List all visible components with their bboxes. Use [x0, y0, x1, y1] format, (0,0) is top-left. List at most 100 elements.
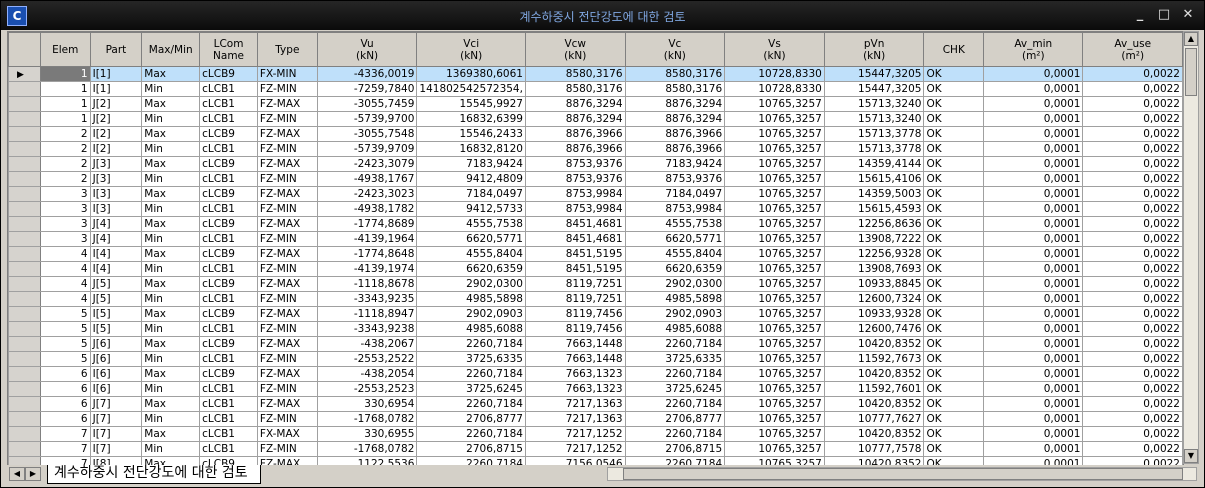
- cell-lcom[interactable]: cLCB9: [199, 366, 258, 382]
- cell-elem[interactable]: 4: [39, 291, 91, 307]
- cell-vu[interactable]: -438,2054: [316, 366, 418, 382]
- table-row[interactable]: 7 I[7] Max cLCB1 FX-MAX 330,6955 2260,7184 7217…: [8, 426, 1183, 442]
- cell-part[interactable]: J[2]: [89, 96, 143, 112]
- row-selector[interactable]: [8, 231, 41, 247]
- cell-vc[interactable]: 3725,6245: [624, 381, 726, 397]
- scroll-up-icon[interactable]: ▲: [1184, 32, 1198, 46]
- cell-vc[interactable]: 4985,5898: [624, 291, 726, 307]
- cell-vu[interactable]: -4139,1974: [316, 261, 418, 277]
- table-row[interactable]: 6 J[7] Min cLCB1 FZ-MIN -1768,0782 2706,8777 72…: [8, 411, 1183, 427]
- cell-lcom[interactable]: cLCB1: [199, 396, 258, 412]
- cell-vci[interactable]: 2902,0903: [416, 306, 526, 322]
- cell-vci[interactable]: 16832,8120: [416, 141, 526, 157]
- cell-vu[interactable]: -2553,2523: [316, 381, 418, 397]
- row-selector[interactable]: [8, 336, 41, 352]
- cell-avmin[interactable]: 0,0001: [983, 231, 1084, 247]
- cell-vu[interactable]: -7259,7840: [316, 81, 418, 97]
- cell-pvn[interactable]: 11592,7673: [823, 351, 925, 367]
- cell-pvn[interactable]: 15713,3240: [823, 111, 925, 127]
- hscroll-thumb[interactable]: [623, 468, 1183, 480]
- cell-elem[interactable]: 3: [39, 186, 91, 202]
- cell-pvn[interactable]: 12600,7476: [823, 321, 925, 337]
- cell-vci[interactable]: 3725,6245: [416, 381, 526, 397]
- cell-vc[interactable]: 2260,7184: [624, 396, 726, 412]
- cell-vs[interactable]: 10765,3257: [724, 411, 825, 427]
- cell-vs[interactable]: 10728,8330: [724, 81, 825, 97]
- cell-chk[interactable]: OK: [923, 351, 985, 367]
- cell-part[interactable]: J[6]: [89, 336, 143, 352]
- cell-chk[interactable]: OK: [923, 246, 985, 262]
- cell-maxmin[interactable]: Min: [141, 231, 201, 247]
- close-button[interactable]: ✕: [1180, 7, 1196, 23]
- cell-avmin[interactable]: 0,0001: [983, 381, 1084, 397]
- column-header-avmin[interactable]: Av_min (m²): [983, 32, 1084, 67]
- cell-lcom[interactable]: cLCB1: [199, 81, 258, 97]
- cell-avmin[interactable]: 0,0001: [983, 111, 1084, 127]
- cell-maxmin[interactable]: Min: [141, 261, 201, 277]
- cell-vci[interactable]: 2902,0300: [416, 276, 526, 292]
- cell-vci[interactable]: 4555,8404: [416, 246, 526, 262]
- row-selector[interactable]: [8, 396, 41, 412]
- cell-elem[interactable]: 2: [39, 156, 91, 172]
- cell-maxmin[interactable]: Max: [141, 306, 201, 322]
- cell-vci[interactable]: 16832,6399: [416, 111, 526, 127]
- cell-vu[interactable]: -4139,1964: [316, 231, 418, 247]
- cell-lcom[interactable]: cLCB1: [199, 96, 258, 112]
- cell-pvn[interactable]: 15713,3778: [823, 141, 925, 157]
- table-row[interactable]: 2 I[2] Max cLCB9 FZ-MAX -3055,7548 15546,2433 8…: [8, 126, 1183, 142]
- cell-avuse[interactable]: 0,0022: [1082, 306, 1183, 322]
- cell-maxmin[interactable]: Max: [141, 216, 201, 232]
- cell-pvn[interactable]: 10420,8352: [823, 366, 925, 382]
- cell-chk[interactable]: OK: [923, 111, 985, 127]
- cell-vcw[interactable]: 7217,1363: [524, 411, 626, 427]
- cell-vu[interactable]: -2553,2522: [316, 351, 418, 367]
- cell-type[interactable]: FZ-MAX: [256, 126, 318, 142]
- cell-chk[interactable]: OK: [923, 141, 985, 157]
- cell-vu[interactable]: -3343,9235: [316, 291, 418, 307]
- cell-vc[interactable]: 8580,3176: [624, 81, 726, 97]
- row-selector[interactable]: [8, 141, 41, 157]
- cell-chk[interactable]: OK: [923, 171, 985, 187]
- cell-vcw[interactable]: 8580,3176: [524, 81, 626, 97]
- cell-chk[interactable]: OK: [923, 366, 985, 382]
- column-header-elem[interactable]: Elem: [39, 32, 91, 67]
- cell-vs[interactable]: 10765,3257: [724, 246, 825, 262]
- cell-vci[interactable]: 2706,8715: [416, 441, 526, 457]
- cell-vcw[interactable]: 8451,5195: [524, 261, 626, 277]
- cell-elem[interactable]: 3: [39, 216, 91, 232]
- cell-vcw[interactable]: 8753,9984: [524, 186, 626, 202]
- cell-avuse[interactable]: 0,0022: [1082, 351, 1183, 367]
- cell-type[interactable]: FZ-MIN: [256, 111, 318, 127]
- cell-vu[interactable]: -438,2067: [316, 336, 418, 352]
- cell-pvn[interactable]: 10420,8352: [823, 426, 925, 442]
- cell-type[interactable]: FZ-MIN: [256, 141, 318, 157]
- cell-vc[interactable]: 6620,5771: [624, 231, 726, 247]
- cell-vc[interactable]: 2260,7184: [624, 366, 726, 382]
- sheet-tab[interactable]: 계수하중시 전단강도에 대한 검토: [47, 465, 261, 484]
- cell-vcw[interactable]: 8753,9376: [524, 156, 626, 172]
- cell-part[interactable]: I[6]: [89, 366, 143, 382]
- cell-type[interactable]: FX-MAX: [256, 426, 318, 442]
- column-header-maxmin[interactable]: Max/Min: [141, 32, 201, 67]
- cell-avuse[interactable]: 0,0022: [1082, 381, 1183, 397]
- cell-elem[interactable]: 2: [39, 126, 91, 142]
- cell-avuse[interactable]: 0,0022: [1082, 231, 1183, 247]
- table-row[interactable]: 5 J[6] Max cLCB9 FZ-MAX -438,2067 2260,7184 766…: [8, 336, 1183, 352]
- cell-type[interactable]: FZ-MIN: [256, 171, 318, 187]
- row-selector[interactable]: [8, 126, 41, 142]
- cell-avmin[interactable]: 0,0001: [983, 141, 1084, 157]
- cell-vcw[interactable]: 8876,3294: [524, 96, 626, 112]
- table-row[interactable]: 4 J[5] Max cLCB9 FZ-MAX -1118,8678 2902,0300 81…: [8, 276, 1183, 292]
- cell-vcw[interactable]: 8876,3966: [524, 126, 626, 142]
- cell-lcom[interactable]: cLCB1: [199, 321, 258, 337]
- cell-maxmin[interactable]: Min: [141, 171, 201, 187]
- cell-vci[interactable]: 4555,7538: [416, 216, 526, 232]
- cell-avuse[interactable]: 0,0022: [1082, 171, 1183, 187]
- cell-vs[interactable]: 10765,3257: [724, 216, 825, 232]
- column-header-part[interactable]: Part: [89, 32, 143, 67]
- cell-avuse[interactable]: 0,0022: [1082, 366, 1183, 382]
- cell-avmin[interactable]: 0,0001: [983, 426, 1084, 442]
- cell-chk[interactable]: OK: [923, 186, 985, 202]
- cell-vu[interactable]: -4938,1767: [316, 171, 418, 187]
- cell-vs[interactable]: 10765,3257: [724, 321, 825, 337]
